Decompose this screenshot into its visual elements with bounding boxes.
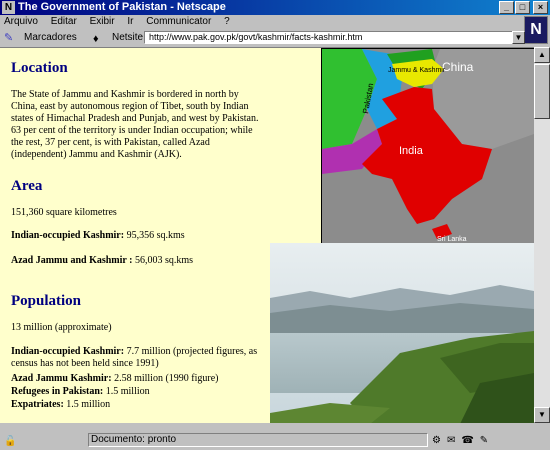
area-heading: Area — [11, 178, 43, 194]
page-content: Location The State of Jammu and Kashmir … — [0, 47, 534, 424]
status-bar: 🔓 Documento: pronto ⚙✉☎✎ — [0, 432, 550, 448]
population-refugees: Refugees in Pakistan: 1.5 million — [11, 386, 150, 398]
population-total: 13 million (approximate) — [11, 322, 112, 333]
url-input[interactable]: http://www.pak.gov.pk/govt/kashmir/facts… — [144, 31, 514, 44]
area-azad: Azad Jammu and Kashmir : 56,003 sq.kms — [11, 255, 193, 267]
map-label-china: China — [442, 60, 474, 74]
area-indian-label: Indian-occupied Kashmir: — [11, 230, 125, 241]
horizontal-frame-edge — [0, 423, 550, 432]
menu-arquivo[interactable]: Arquivo — [4, 16, 38, 27]
population-azad: Azad Jammu Kashmir: 2.58 million (1990 f… — [11, 373, 219, 385]
population-indian: Indian-occupied Kashmir: 7.7 million (pr… — [11, 346, 263, 370]
map-label-jammu-kashmir: Jammu & Kashmir — [388, 67, 446, 74]
menu-editar[interactable]: Editar — [51, 16, 77, 27]
title-bar: N The Government of Pakistan - Netscape … — [0, 0, 550, 15]
population-refugees-label: Refugees in Pakistan: — [11, 386, 104, 397]
kashmir-map-image: China India Jammu & Kashmir Pakistan Sri… — [321, 48, 534, 244]
scroll-up-button[interactable]: ▲ — [534, 47, 550, 63]
area-indian-value: 95,356 sq.kms — [124, 230, 185, 241]
vertical-scrollbar[interactable]: ▲ ▼ — [534, 47, 550, 423]
scroll-thumb[interactable] — [534, 64, 550, 119]
bookmarks-icon[interactable]: ✎ — [4, 32, 20, 44]
population-indian-label: Indian-occupied Kashmir: — [11, 346, 125, 357]
maximize-button[interactable]: □ — [515, 1, 530, 14]
component-bar-icons[interactable]: ⚙✉☎✎ — [432, 433, 494, 449]
population-expatriates-label: Expatriates: — [11, 399, 64, 410]
menu-ir[interactable]: Ir — [127, 16, 133, 27]
netsite-icon: ♦ — [93, 33, 99, 45]
location-text: The State of Jammu and Kashmir is border… — [11, 89, 259, 160]
population-azad-label: Azad Jammu Kashmir: — [11, 373, 112, 384]
menu-bar: Arquivo Editar Exibir Ir Communicator ? — [0, 15, 550, 29]
area-azad-value: 56,003 sq.kms — [132, 255, 194, 266]
kashmir-landscape-photo — [270, 243, 534, 424]
netscape-window-icon[interactable]: N — [2, 1, 15, 14]
area-indian: Indian-occupied Kashmir: 95,356 sq.kms — [11, 230, 185, 242]
close-button[interactable]: × — [533, 1, 548, 14]
location-heading: Location — [11, 60, 68, 76]
population-refugees-value: 1.5 million — [103, 386, 150, 397]
menu-communicator[interactable]: Communicator — [146, 16, 211, 27]
menu-exibir[interactable]: Exibir — [90, 16, 115, 27]
menu-help[interactable]: ? — [224, 16, 230, 27]
status-text: Documento: pronto — [88, 433, 428, 447]
scroll-down-button[interactable]: ▼ — [534, 407, 550, 423]
map-label-sri-lanka: Sri Lanka — [437, 236, 467, 243]
bookmarks-button[interactable]: Marcadores — [24, 30, 77, 46]
window-title: The Government of Pakistan - Netscape — [18, 1, 226, 13]
population-expatriates-value: 1.5 million — [63, 399, 111, 410]
netsite-label: Netsite: — [112, 32, 146, 43]
minimize-button[interactable]: _ — [499, 1, 514, 14]
area-total: 151,360 square kilometres — [11, 207, 117, 218]
population-heading: Population — [11, 293, 82, 309]
location-toolbar: ✎ Marcadores ♦ Netsite: http://www.pak.g… — [0, 30, 528, 46]
population-azad-value: 2.58 million (1990 figure) — [111, 373, 219, 384]
population-expatriates: Expatriates: 1.5 million — [11, 399, 110, 411]
map-label-india: India — [399, 145, 424, 157]
area-azad-label: Azad Jammu and Kashmir : — [11, 255, 133, 266]
url-dropdown-button[interactable]: ▼ — [512, 31, 525, 44]
